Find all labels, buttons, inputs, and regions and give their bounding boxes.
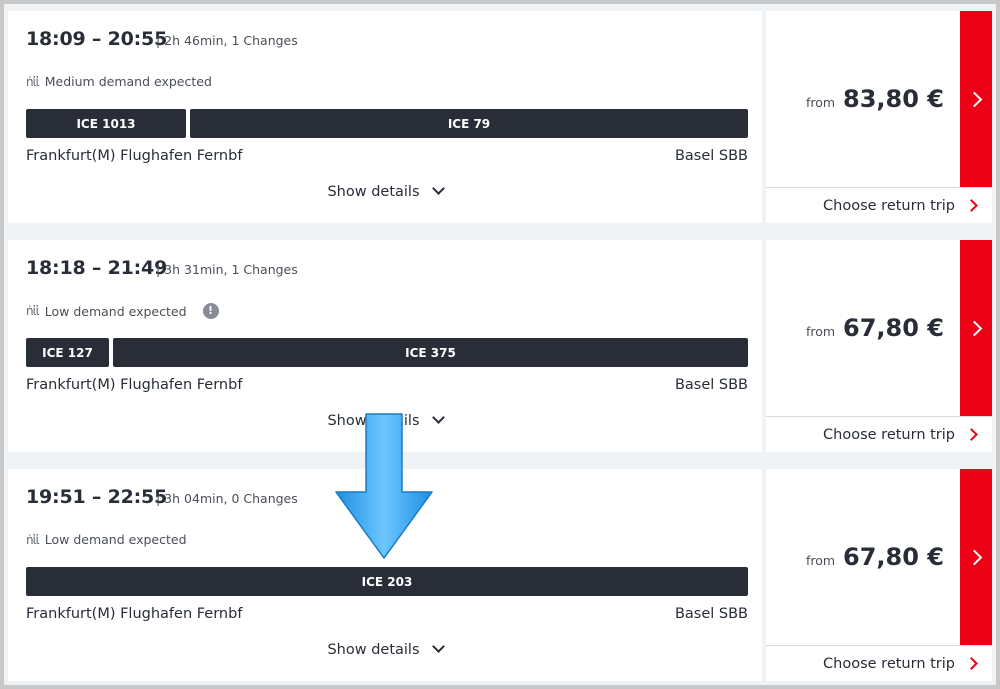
price-panel: from 67,80 € Choose return trip [766,469,992,681]
select-connection-button[interactable] [960,240,992,416]
destination-station: Basel SBB [674,377,748,393]
info-icon[interactable]: ! [202,303,219,319]
show-details-button[interactable]: Show details [8,640,762,658]
demand-label: Medium demand expected [44,74,212,89]
select-connection-button[interactable] [960,11,992,187]
connection-card-1[interactable]: 18:09 – 20:55 | 2h 46min, 1 Changes ṅἰἰ … [8,11,992,223]
train-segment: ICE 1013 [26,109,186,138]
price-box[interactable]: from 67,80 € [766,240,960,416]
price-panel: from 83,80 € Choose return trip [766,11,992,223]
select-connection-button[interactable] [960,469,992,645]
destination-station: Basel SBB [674,606,748,622]
price-panel: from 67,80 € Choose return trip [766,240,992,452]
from-label: from [805,553,836,568]
origin-station: Frankfurt(M) Flughafen Fernbf [26,606,243,622]
connection-time: 18:18 – 21:49 [26,257,168,279]
connection-duration: | 3h 31min, 1 Changes [156,262,298,277]
destination-station: Basel SBB [674,148,748,164]
from-label: from [805,95,836,110]
origin-station: Frankfurt(M) Flughafen Fernbf [26,377,243,393]
price-display: from 67,80 € [766,543,960,571]
chevron-right-icon [965,199,978,212]
price-display: from 83,80 € [766,85,960,113]
connection-duration: | 2h 46min, 1 Changes [156,33,298,48]
price-value: 67,80 € [843,314,944,342]
train-segment: ICE 375 [113,338,748,367]
origin-station: Frankfurt(M) Flughafen Fernbf [26,148,243,164]
demand-label: Low demand expected [44,532,187,547]
return-label: Choose return trip [823,197,955,214]
show-details-button[interactable]: Show details [8,182,762,200]
demand-indicator: ṅἰἰ Medium demand expected [26,74,212,89]
chevron-right-icon [966,549,982,565]
connection-duration: | 3h 04min, 0 Changes [156,491,298,506]
results-list: 18:09 – 20:55 | 2h 46min, 1 Changes ṅἰἰ … [4,4,996,685]
price-box[interactable]: from 67,80 € [766,469,960,645]
connection-info: 18:09 – 20:55 | 2h 46min, 1 Changes ṅἰἰ … [8,11,762,223]
demand-label: Low demand expected [44,303,187,319]
chevron-right-icon [966,91,982,107]
return-label: Choose return trip [823,426,955,443]
chevron-right-icon [966,320,982,336]
occupancy-icon: ṅἰἰ [26,74,40,89]
chevron-down-icon [431,182,445,195]
from-label: from [805,324,836,339]
price-value: 67,80 € [843,543,944,571]
chevron-right-icon [965,657,978,670]
price-box[interactable]: from 83,80 € [766,11,960,187]
demand-indicator: ṅἰἰ Low demand expected ! [26,303,219,319]
connection-card-3[interactable]: 19:51 – 22:55 | 3h 04min, 0 Changes ṅἰἰ … [8,469,992,681]
price-value: 83,80 € [843,85,944,113]
demand-indicator: ṅἰἰ Low demand expected [26,532,187,547]
show-details-label: Show details [327,184,420,200]
chevron-down-icon [431,640,445,653]
chevron-right-icon [965,428,978,441]
occupancy-icon: ṅἰἰ [26,532,40,547]
train-segment: ICE 127 [26,338,109,367]
connection-card-2[interactable]: 18:18 – 21:49 | 3h 31min, 1 Changes ṅἰἰ … [8,240,992,452]
train-segment: ICE 79 [190,109,748,138]
price-display: from 67,80 € [766,314,960,342]
return-label: Choose return trip [823,655,955,672]
train-segment: ICE 203 [26,567,748,596]
down-arrow-icon [335,413,433,559]
occupancy-icon: ṅἰἰ [26,304,40,318]
connection-time: 19:51 – 22:55 [26,486,168,508]
choose-return-trip-button[interactable]: Choose return trip [766,416,992,452]
connection-time: 18:09 – 20:55 [26,28,168,50]
show-details-label: Show details [327,642,420,658]
choose-return-trip-button[interactable]: Choose return trip [766,645,992,681]
choose-return-trip-button[interactable]: Choose return trip [766,187,992,223]
